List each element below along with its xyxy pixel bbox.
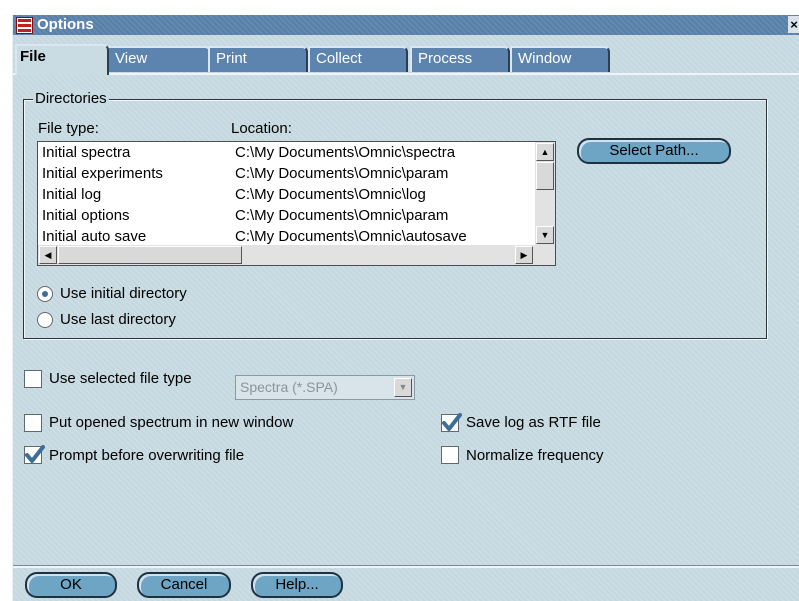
scroll-down-icon[interactable]: ▼ — [536, 226, 554, 244]
tab-label: View — [115, 50, 148, 67]
tab-view[interactable]: View — [107, 46, 211, 72]
scroll-up-icon[interactable]: ▲ — [536, 143, 554, 161]
tab-window[interactable]: Window — [510, 46, 610, 72]
use-initial-directory-label: Use initial directory — [60, 285, 187, 302]
put-opened-spectrum-label: Put opened spectrum in new window — [49, 414, 294, 431]
use-initial-directory-radio[interactable] — [37, 286, 53, 302]
location-cell: C:\My Documents\Omnic\autosave — [235, 228, 467, 245]
horizontal-scroll-thumb[interactable] — [58, 246, 242, 264]
tab-label: Print — [216, 50, 247, 67]
app-icon — [16, 17, 33, 34]
use-last-directory-label: Use last directory — [60, 311, 176, 328]
tab-file[interactable]: File — [15, 44, 109, 75]
tab-label: File — [20, 48, 46, 65]
list-item[interactable]: Initial options C:\My Documents\Omnic\pa… — [38, 205, 534, 226]
location-cell: C:\My Documents\Omnic\param — [235, 165, 449, 182]
file-type-column-header: File type: — [38, 120, 99, 137]
tab-print[interactable]: Print — [208, 46, 308, 72]
list-item[interactable]: Initial auto save C:\My Documents\Omnic\… — [38, 226, 534, 247]
directories-group-label: Directories — [33, 90, 109, 107]
save-log-rtf-checkbox[interactable] — [441, 413, 462, 432]
list-item[interactable]: Initial experiments C:\My Documents\Omni… — [38, 163, 534, 184]
title-bar[interactable]: Options × — [13, 15, 799, 35]
window-title: Options — [37, 16, 94, 33]
file-type-cell: Initial spectra — [42, 144, 131, 161]
put-opened-spectrum-checkbox[interactable] — [24, 414, 42, 432]
tab-process[interactable]: Process — [410, 46, 510, 72]
file-type-select-value: Spectra (*.SPA) — [240, 379, 338, 395]
location-cell: C:\My Documents\Omnic\spectra — [235, 144, 456, 161]
use-selected-file-type-label: Use selected file type — [49, 370, 192, 387]
prompt-before-overwriting-checkbox[interactable] — [24, 445, 45, 464]
scroll-right-icon[interactable]: ▶ — [515, 246, 533, 264]
directories-list[interactable]: Initial spectra C:\My Documents\Omnic\sp… — [37, 141, 556, 266]
save-log-rtf-label: Save log as RTF file — [466, 414, 601, 431]
tab-label: Collect — [316, 50, 362, 67]
help-button[interactable]: Help... — [251, 572, 343, 598]
list-item[interactable]: Initial spectra C:\My Documents\Omnic\sp… — [38, 142, 534, 163]
normalize-frequency-label: Normalize frequency — [466, 447, 604, 464]
use-last-directory-radio[interactable] — [37, 312, 53, 328]
prompt-before-overwriting-label: Prompt before overwriting file — [49, 447, 245, 464]
close-icon[interactable]: × — [788, 16, 799, 33]
location-cell: C:\My Documents\Omnic\log — [235, 186, 426, 203]
tab-label: Process — [418, 50, 473, 67]
list-item[interactable]: Initial log C:\My Documents\Omnic\log — [38, 184, 534, 205]
cancel-button[interactable]: Cancel — [137, 572, 231, 598]
location-column-header: Location: — [231, 120, 292, 137]
ok-button[interactable]: OK — [25, 572, 117, 598]
chevron-down-icon[interactable]: ▼ — [394, 378, 412, 397]
location-cell: C:\My Documents\Omnic\param — [235, 207, 449, 224]
checkmark-icon — [442, 413, 462, 431]
use-selected-file-type-checkbox[interactable] — [24, 370, 42, 388]
file-type-cell: Initial experiments — [42, 165, 163, 182]
normalize-frequency-checkbox[interactable] — [441, 446, 459, 464]
tab-strip-divider — [13, 73, 799, 75]
file-type-cell: Initial log — [42, 186, 102, 203]
vertical-scroll-thumb[interactable] — [536, 162, 554, 190]
file-type-select[interactable]: Spectra (*.SPA) ▼ — [235, 375, 415, 400]
select-path-button[interactable]: Select Path... — [577, 138, 731, 164]
checkmark-icon — [25, 445, 45, 463]
footer-divider — [13, 566, 799, 568]
scroll-left-icon[interactable]: ◀ — [39, 246, 57, 264]
file-type-cell: Initial auto save — [42, 228, 147, 245]
tab-collect[interactable]: Collect — [308, 46, 408, 72]
horizontal-scrollbar[interactable]: ◀ ▶ — [38, 245, 555, 265]
tab-label: Window — [518, 50, 572, 67]
file-type-cell: Initial options — [42, 207, 130, 224]
vertical-scrollbar[interactable]: ▲ ▼ — [535, 142, 555, 245]
options-dialog: Options × View Print Collect Process Win… — [12, 15, 799, 601]
radio-selected-dot — [42, 291, 48, 297]
